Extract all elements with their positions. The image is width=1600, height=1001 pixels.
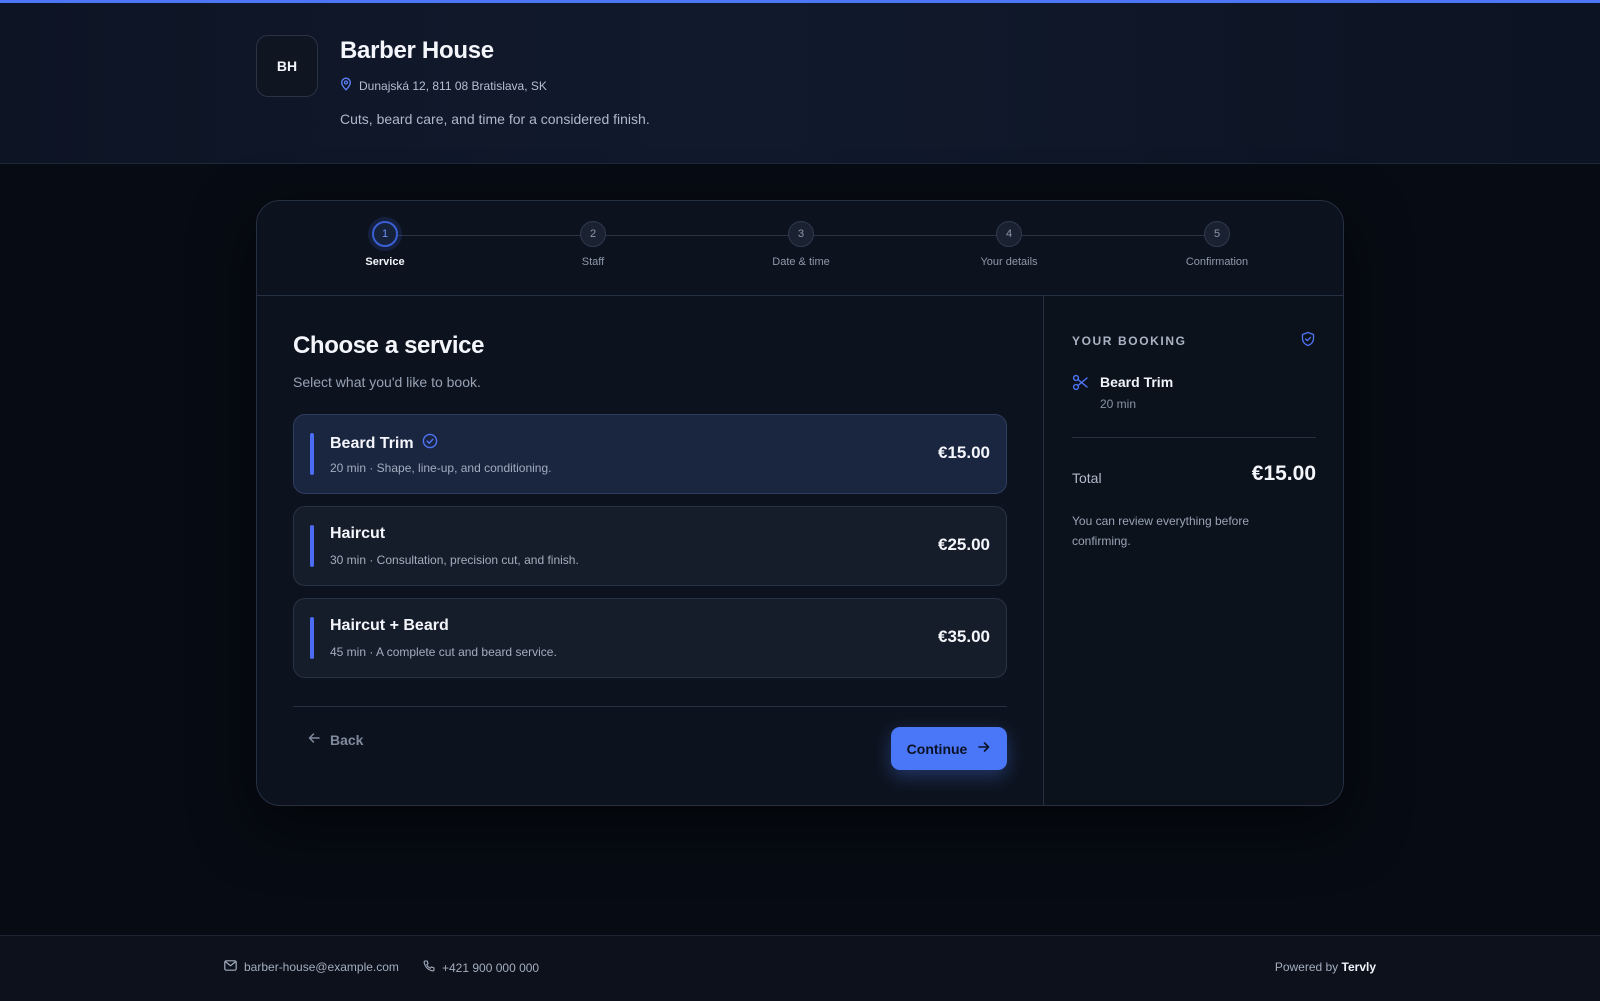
- service-option-beard-trim[interactable]: Beard Trim 20 min · Shape, line-up, and …: [293, 414, 1007, 494]
- step-number: 5: [1204, 221, 1230, 247]
- service-price: €15.00: [938, 443, 990, 462]
- service-name: Haircut: [330, 525, 386, 542]
- arrow-right-icon: [977, 740, 991, 757]
- service-description: 20 min · Shape, line-up, and conditionin…: [330, 461, 552, 475]
- business-address: Dunajská 12, 811 08 Bratislava, SK: [340, 77, 547, 94]
- service-accent-bar: [310, 433, 314, 475]
- logo-initials: BH: [276, 58, 298, 74]
- service-description: 45 min · A complete cut and beard servic…: [330, 645, 557, 659]
- step-number: 2: [580, 221, 606, 247]
- business-name: Barber House: [340, 37, 494, 64]
- page-subtitle: Select what you'd like to book.: [293, 374, 481, 390]
- summary-service-duration: 20 min: [1100, 397, 1137, 411]
- phone-text: +421 900 000 000: [442, 961, 540, 975]
- back-label: Back: [330, 731, 364, 748]
- step-label: Confirmation: [1185, 256, 1249, 268]
- service-name: Haircut + Beard: [330, 617, 449, 634]
- continue-button[interactable]: Continue: [891, 727, 1007, 770]
- service-name: Beard Trim: [330, 434, 414, 452]
- arrow-left-icon: [307, 731, 321, 748]
- step-label: Service: [365, 256, 405, 268]
- booking-summary: YOUR BOOKING Beard Trim 20 min Total €15…: [1043, 296, 1343, 805]
- business-logo: BH: [256, 35, 318, 97]
- service-description: 30 min · Consultation, precision cut, an…: [330, 553, 579, 567]
- service-selection: Choose a service Select what you'd like …: [257, 296, 1043, 805]
- footer-phone[interactable]: +421 900 000 000: [422, 960, 539, 976]
- email-text: barber-house@example.com: [244, 960, 399, 974]
- powered-prefix: Powered by: [1274, 960, 1339, 974]
- step-label: Your details: [980, 256, 1038, 268]
- service-option-haircut-beard[interactable]: Haircut + Beard 45 min · A complete cut …: [293, 598, 1007, 678]
- business-header: BH Barber House Dunajská 12, 811 08 Brat…: [0, 3, 1600, 164]
- step-confirmation[interactable]: 5 Confirmation: [1147, 221, 1287, 268]
- mail-icon: [224, 960, 237, 974]
- page-footer: barber-house@example.com +421 900 000 00…: [0, 935, 1600, 1001]
- back-button[interactable]: Back: [307, 731, 363, 748]
- shield-check-icon: [1300, 331, 1316, 352]
- service-name-row: Beard Trim: [330, 433, 438, 454]
- continue-label: Continue: [906, 740, 968, 757]
- summary-divider: [1072, 437, 1316, 438]
- step-your-details[interactable]: 4 Your details: [939, 221, 1079, 268]
- booking-card: 1 Service 2 Staff 3 Date & time 4 Your d…: [256, 200, 1344, 806]
- summary-note: You can review everything before confirm…: [1072, 514, 1249, 548]
- actions-divider: [293, 706, 1007, 707]
- page-title: Choose a service: [293, 332, 485, 359]
- address-text: Dunajská 12, 811 08 Bratislava, SK: [359, 78, 547, 93]
- booking-stepper: 1 Service 2 Staff 3 Date & time 4 Your d…: [257, 201, 1343, 296]
- total-value: €15.00: [1251, 462, 1316, 485]
- service-price: €35.00: [938, 627, 990, 646]
- total-label: Total: [1072, 470, 1102, 486]
- scissors-icon: [1072, 374, 1089, 396]
- service-accent-bar: [310, 617, 314, 659]
- service-accent-bar: [310, 525, 314, 567]
- map-pin-icon: [340, 77, 352, 94]
- phone-icon: [422, 960, 435, 976]
- step-label: Staff: [581, 256, 605, 268]
- powered-brand-link[interactable]: Tervly: [1342, 960, 1376, 974]
- service-option-haircut[interactable]: Haircut 30 min · Consultation, precision…: [293, 506, 1007, 586]
- step-number: 3: [788, 221, 814, 247]
- step-number: 1: [372, 221, 398, 247]
- service-price: €25.00: [938, 535, 990, 554]
- business-tagline: Cuts, beard care, and time for a conside…: [340, 111, 650, 127]
- check-circle-icon: [422, 433, 438, 454]
- step-service[interactable]: 1 Service: [315, 221, 455, 268]
- summary-title: YOUR BOOKING: [1072, 334, 1187, 348]
- step-label: Date & time: [772, 256, 830, 268]
- step-staff[interactable]: 2 Staff: [523, 221, 663, 268]
- service-name-row: Haircut: [330, 525, 385, 543]
- summary-service-name: Beard Trim: [1100, 374, 1174, 390]
- step-date-time[interactable]: 3 Date & time: [731, 221, 871, 268]
- footer-email[interactable]: barber-house@example.com: [224, 960, 399, 974]
- service-name-row: Haircut + Beard: [330, 617, 449, 635]
- powered-by: Powered by Tervly: [1275, 960, 1376, 974]
- step-number: 4: [996, 221, 1022, 247]
